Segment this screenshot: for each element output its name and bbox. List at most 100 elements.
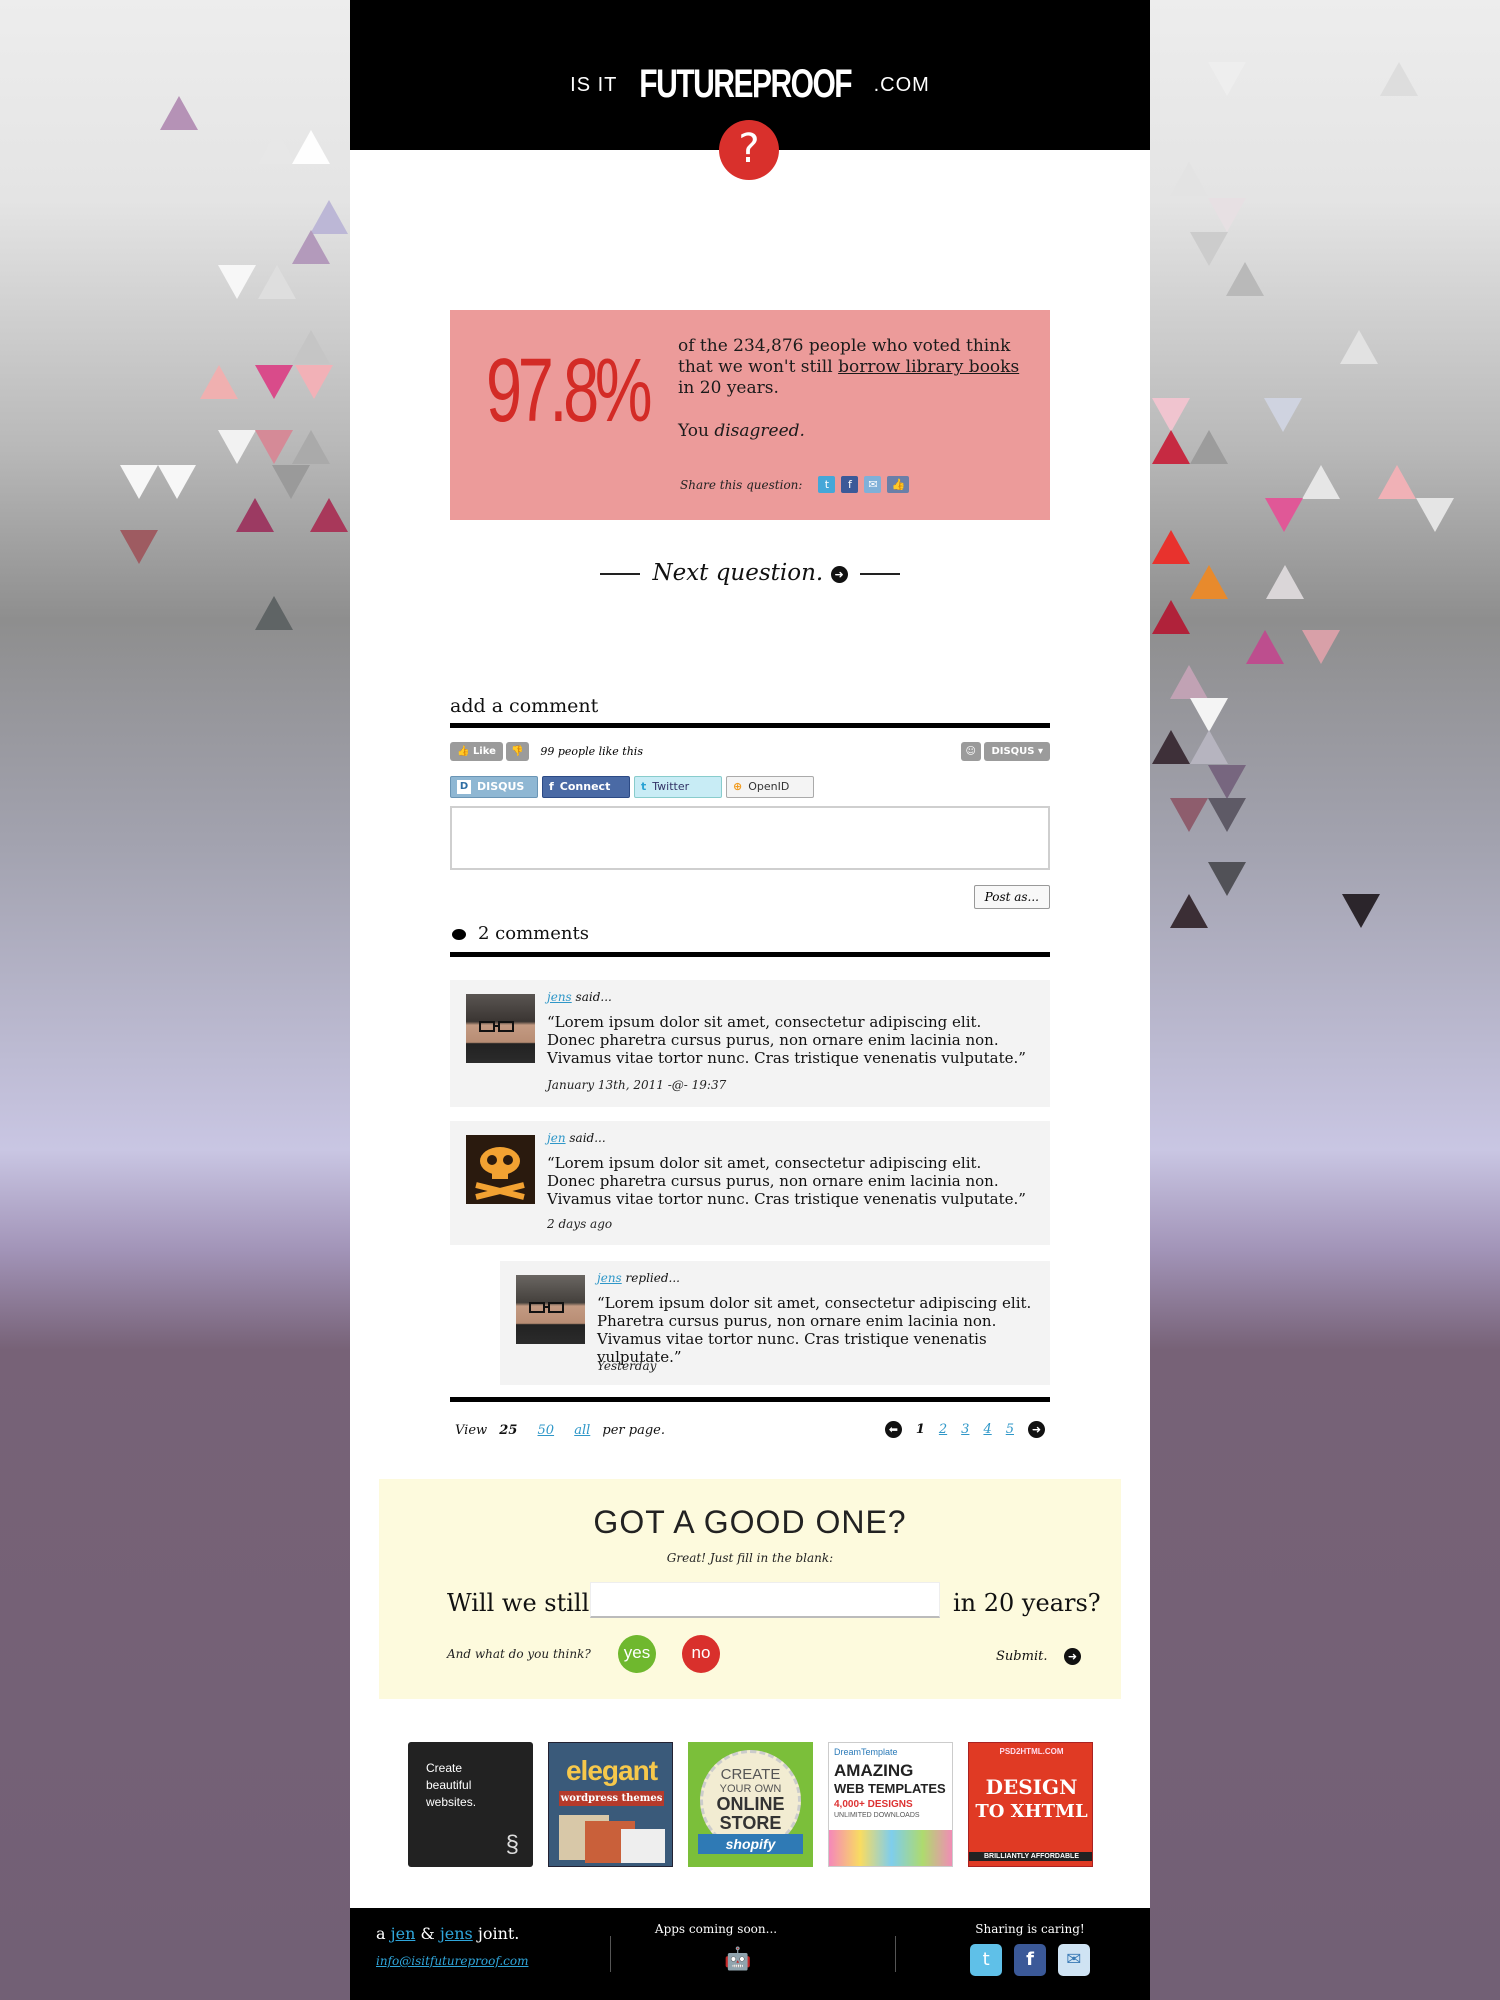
credits-suffix: joint. bbox=[477, 1924, 520, 1943]
submit-label: Submit. bbox=[996, 1649, 1048, 1664]
elegant-themes-ad[interactable]: elegant wordpress themes bbox=[548, 1742, 673, 1867]
divider bbox=[610, 1936, 611, 1972]
squarespace-ad[interactable]: Create beautiful websites. § bbox=[408, 1742, 533, 1867]
comment-action: said... bbox=[575, 990, 612, 1004]
shopify-ad[interactable]: CREATE YOUR OWN ONLINE STORE shopify bbox=[688, 1742, 813, 1867]
logo-suffix: .COM bbox=[873, 74, 930, 96]
view-label: View bbox=[455, 1423, 488, 1438]
facebook-connect-button[interactable]: f Connect bbox=[542, 776, 630, 798]
facebook-icon[interactable]: f bbox=[841, 476, 859, 493]
comment-author-link[interactable]: jens bbox=[597, 1271, 622, 1285]
page-2[interactable]: 2 bbox=[939, 1422, 947, 1437]
suggest-subtitle: Great! Just fill in the blank: bbox=[666, 1551, 834, 1565]
like-button[interactable]: 👍 Like bbox=[450, 742, 503, 761]
ad-top: PSD2HTML.COM bbox=[999, 1747, 1064, 1756]
ad-brand: shopify bbox=[698, 1834, 803, 1854]
ad-brand: DreamTemplate bbox=[834, 1747, 898, 1757]
question-mark-icon: ? bbox=[719, 120, 779, 180]
comment-input[interactable] bbox=[450, 806, 1050, 870]
page-4[interactable]: 4 bbox=[983, 1422, 991, 1437]
comment-author-link[interactable]: jen bbox=[547, 1131, 566, 1145]
profile-icon[interactable]: ☺ bbox=[960, 742, 981, 761]
apps-section: Apps coming soon... 🤖 bbox=[646, 1922, 786, 1976]
avatar[interactable] bbox=[466, 1135, 535, 1204]
no-button[interactable]: no bbox=[682, 1635, 720, 1673]
page-5[interactable]: 5 bbox=[1006, 1422, 1014, 1437]
share-section: Sharing is caring! t f ✉ bbox=[950, 1922, 1110, 1976]
per-page-50[interactable]: 50 bbox=[538, 1423, 555, 1438]
email-icon[interactable]: ✉ bbox=[864, 476, 882, 493]
yes-button[interactable]: yes bbox=[618, 1635, 656, 1673]
author-link-jen[interactable]: jen bbox=[391, 1924, 416, 1943]
openid-login-button[interactable]: ⊕ OpenID bbox=[726, 776, 814, 798]
ad-line: beautiful bbox=[426, 1778, 472, 1792]
psd2xhtml-ad[interactable]: PSD2HTML.COM DESIGN TO XHTML BRILLIANTLY… bbox=[968, 1742, 1093, 1867]
twitter-icon[interactable]: t bbox=[970, 1944, 1003, 1976]
your-vote: You disagreed. bbox=[678, 421, 805, 441]
comment-action: said... bbox=[569, 1131, 606, 1145]
post-as-button[interactable]: Post as... bbox=[973, 885, 1050, 909]
comment-date: 2 days ago bbox=[547, 1217, 613, 1231]
suggest-blank-input[interactable] bbox=[590, 1582, 940, 1618]
apple-icon[interactable] bbox=[678, 1944, 710, 1976]
android-icon[interactable]: 🤖 bbox=[722, 1944, 754, 1976]
twitter-login-button[interactable]: t Twitter bbox=[634, 776, 722, 798]
share-label: Share this question: bbox=[680, 477, 803, 492]
next-question-link[interactable]: Next question. ➜ bbox=[350, 560, 1150, 586]
question-topic-link[interactable]: borrow library books bbox=[838, 357, 1019, 377]
comment-author-link[interactable]: jens bbox=[547, 990, 572, 1004]
login-options: D DISQUS f Connect t Twitter ⊕ OpenID bbox=[450, 776, 1050, 798]
skull-icon bbox=[475, 1147, 525, 1200]
contact-email-link[interactable]: info@isitfutureproof.com bbox=[376, 1954, 528, 1968]
credits-prefix: a bbox=[376, 1924, 386, 1943]
screenshot-icon bbox=[621, 1829, 665, 1863]
comment-action: replied... bbox=[625, 1271, 680, 1285]
twitter-login-label: Twitter bbox=[652, 780, 690, 793]
per-page-suffix: per page. bbox=[602, 1423, 666, 1438]
like-icon[interactable]: 👍 bbox=[887, 476, 910, 493]
facebook-icon: f bbox=[549, 780, 554, 793]
ad-line: STORE bbox=[719, 1813, 782, 1833]
disqus-login-label: DISQUS bbox=[477, 780, 525, 793]
per-page-25[interactable]: 25 bbox=[499, 1423, 517, 1438]
comment-meta: jens said... bbox=[547, 990, 612, 1004]
page-3[interactable]: 3 bbox=[961, 1422, 969, 1437]
add-comment-title: add a comment bbox=[450, 695, 1050, 728]
disqus-login-button[interactable]: D DISQUS bbox=[450, 776, 538, 798]
comment-date: Yesterday bbox=[597, 1359, 657, 1373]
credits-amp: & bbox=[420, 1924, 435, 1943]
ad-line: DESIGN bbox=[985, 1775, 1078, 1799]
email-icon[interactable]: ✉ bbox=[1057, 1944, 1090, 1976]
facebook-icon[interactable]: f bbox=[1014, 1944, 1046, 1976]
submit-button[interactable]: Submit. ➜ bbox=[996, 1648, 1081, 1665]
suggest-prefix: Will we still bbox=[447, 1589, 590, 1617]
dreamtemplate-ad[interactable]: DreamTemplate AMAZING WEB TEMPLATES 4,00… bbox=[828, 1742, 953, 1867]
ad-line: CREATE bbox=[720, 1766, 781, 1783]
opinion-label: And what do you think? bbox=[447, 1647, 591, 1661]
next-question-label: Next question. bbox=[652, 560, 824, 586]
dislike-button[interactable]: 👎 bbox=[506, 742, 529, 761]
ad-line: Create bbox=[426, 1761, 463, 1775]
page-1[interactable]: 1 bbox=[916, 1422, 925, 1437]
author-link-jens[interactable]: jens bbox=[440, 1924, 473, 1943]
comment-meta: jen said... bbox=[547, 1131, 606, 1145]
logo-main: FUTUREPROOF bbox=[639, 62, 853, 106]
ad-row: Create beautiful websites. § elegant wor… bbox=[408, 1742, 1093, 1867]
per-page-all[interactable]: all bbox=[574, 1423, 590, 1438]
prev-page-icon[interactable]: ⬅ bbox=[884, 1421, 902, 1438]
comment-meta: jens replied... bbox=[597, 1271, 680, 1285]
avatar[interactable] bbox=[516, 1275, 585, 1344]
ad-line: AMAZING bbox=[834, 1761, 914, 1780]
comment-date: January 13th, 2011 -@- 19:37 bbox=[547, 1078, 727, 1092]
disqus-menu-button[interactable]: DISQUS ▾ bbox=[984, 742, 1050, 761]
divider-right bbox=[859, 573, 900, 575]
site-logo[interactable]: IS IT FUTUREPROOF .COM bbox=[350, 62, 1150, 107]
comment-reply: jens replied... “Lorem ipsum dolor sit a… bbox=[500, 1261, 1050, 1385]
openid-icon: ⊕ bbox=[733, 780, 743, 793]
avatar[interactable] bbox=[466, 994, 535, 1063]
twitter-icon[interactable]: t bbox=[818, 476, 836, 493]
comment-text: “Lorem ipsum dolor sit amet, consectetur… bbox=[547, 1154, 1026, 1208]
ad-subtitle: wordpress themes bbox=[559, 1791, 664, 1806]
ad-title: elegant bbox=[565, 1755, 658, 1786]
next-page-icon[interactable]: ➜ bbox=[1028, 1421, 1045, 1438]
